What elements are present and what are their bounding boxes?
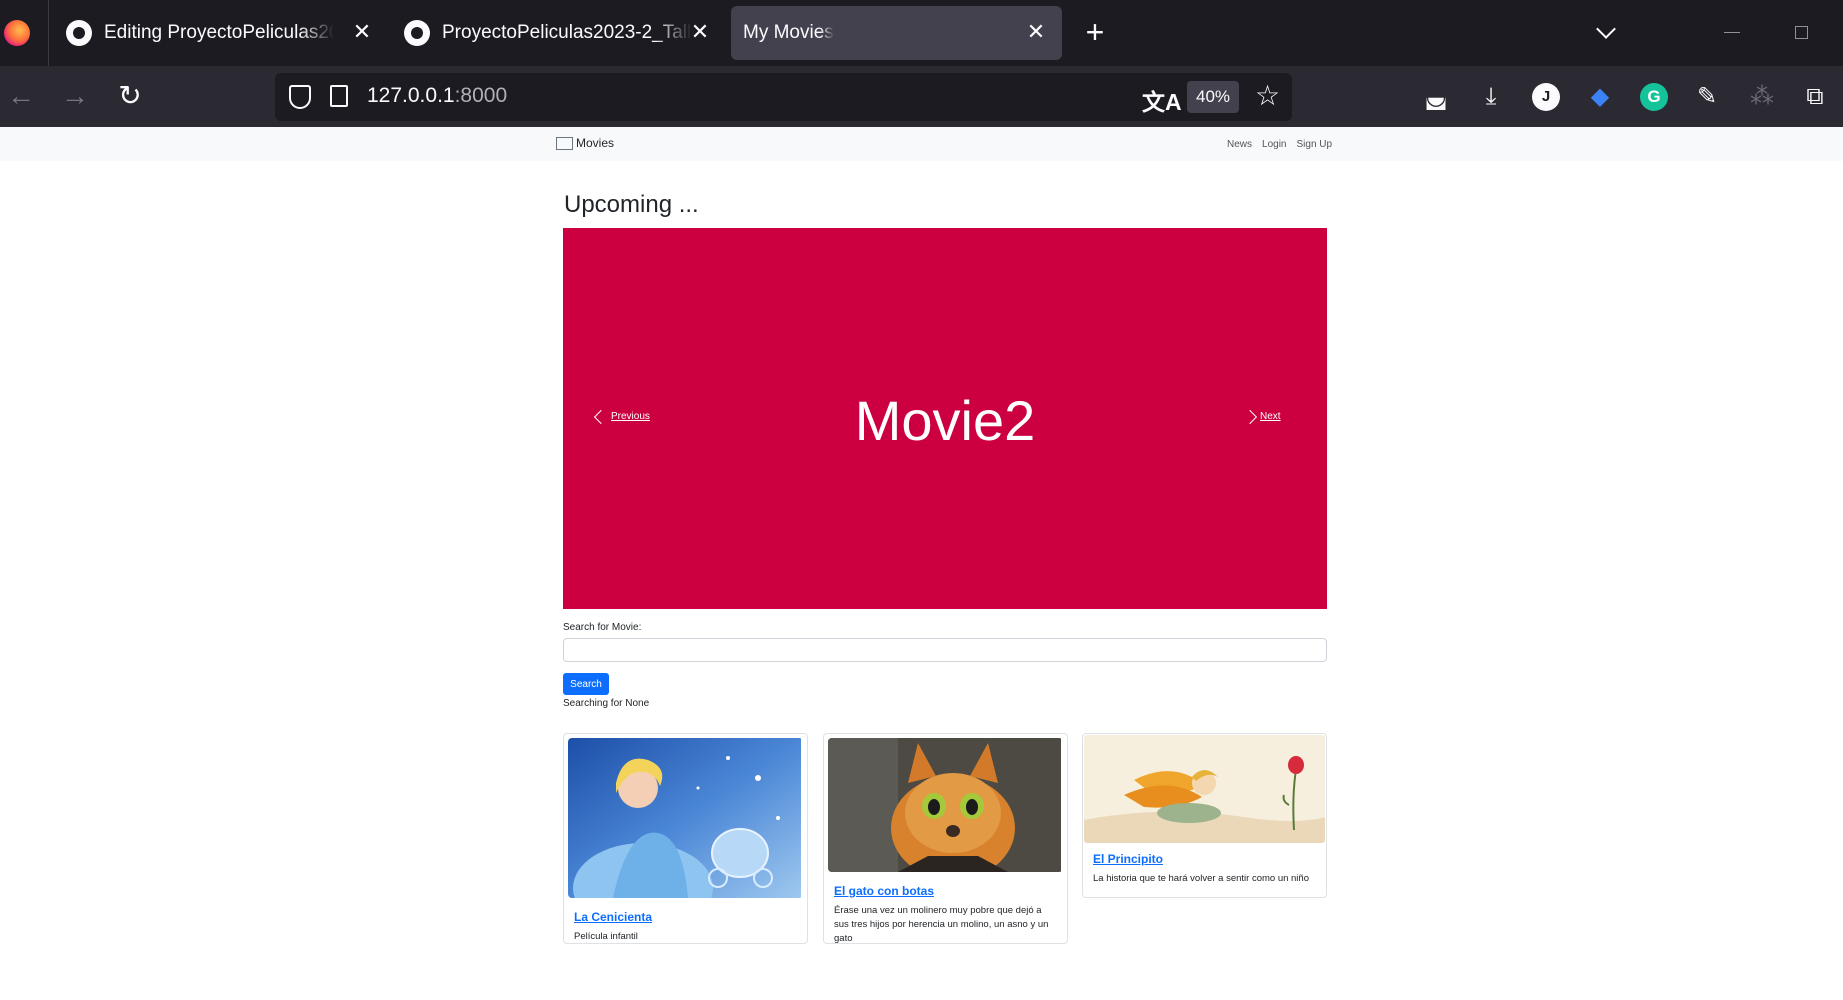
cinderella-image	[568, 738, 801, 898]
carousel-next-label: Next	[1260, 411, 1281, 422]
carousel-slide-title: Movie2	[854, 389, 1036, 452]
restore-window-icon[interactable]	[1795, 26, 1808, 39]
extension-j-icon[interactable]: J	[1532, 83, 1560, 111]
search-button[interactable]: Search	[563, 673, 609, 695]
close-tab-icon[interactable]: ✕	[350, 20, 374, 44]
navbar-brand[interactable]: Movies	[556, 136, 614, 150]
close-tab-icon[interactable]: ✕	[1024, 20, 1048, 44]
tab-my-movies[interactable]: My Movies ✕	[731, 6, 1062, 60]
url-host: 127.0.0.1	[367, 84, 455, 107]
web-page: Movies News Login Sign Up Upcoming ... M…	[0, 127, 1843, 1000]
extensions-menu-icon[interactable]: ⧉	[1801, 83, 1829, 111]
tracking-protection-icon[interactable]	[289, 85, 311, 109]
address-bar[interactable]: 127.0.0.1:8000 文A 40% ☆	[275, 73, 1292, 121]
movie-card: El gato con botas Érase una vez un molin…	[823, 733, 1068, 944]
movie-description: Película infantil	[574, 931, 638, 942]
close-tab-icon[interactable]: ✕	[688, 20, 712, 44]
minimize-window-icon[interactable]	[1724, 32, 1740, 33]
upcoming-carousel: Movie2 Previous Next	[563, 228, 1327, 609]
firefox-logo-icon[interactable]	[4, 20, 30, 46]
pocket-icon[interactable]: ◛	[1422, 83, 1450, 111]
tab-title: ProyectoPeliculas2023-2_Taller3	[442, 22, 692, 43]
puzzle-extension-icon[interactable]: ⁂	[1748, 83, 1776, 111]
grammarly-icon[interactable]: G	[1640, 83, 1668, 111]
browser-tab-strip: Editing ProyectoPeliculas2023-2 ✕ Proyec…	[0, 0, 1843, 66]
reload-icon[interactable]: ↻	[113, 80, 147, 114]
zoom-level-button[interactable]: 40%	[1187, 81, 1239, 113]
tab-title: My Movies	[743, 22, 834, 43]
url-port: :8000	[454, 84, 508, 107]
movie-poster-el-principito	[1084, 735, 1325, 843]
nav-link-signup[interactable]: Sign Up	[1296, 139, 1332, 150]
movie-card: La Cenicienta Película infantil	[563, 733, 808, 944]
search-input[interactable]	[563, 638, 1327, 662]
movie-description: La historia que te hará volver a sentir …	[1093, 873, 1309, 884]
search-status: Searching for None	[563, 698, 650, 709]
github-icon	[66, 20, 92, 46]
bookmark-star-icon[interactable]: ☆	[1255, 79, 1280, 113]
graduation-cap-extension-icon[interactable]: ◆	[1586, 83, 1614, 111]
carousel-next-button[interactable]: Next	[1242, 409, 1281, 424]
movie-title-link[interactable]: El Principito	[1093, 852, 1316, 866]
page-heading: Upcoming ...	[564, 191, 699, 218]
new-tab-icon[interactable]: +	[1079, 16, 1111, 49]
brand-logo-icon	[556, 136, 573, 150]
brand-label: Movies	[576, 136, 615, 150]
movie-poster-la-cenicienta	[568, 738, 803, 898]
nav-links: News Login Sign Up	[1227, 139, 1332, 150]
movie-card: El Principito La historia que te hará vo…	[1082, 733, 1327, 898]
card-body: La Cenicienta Película infantil	[564, 902, 807, 950]
card-body: El gato con botas Érase una vez un molin…	[824, 876, 1067, 952]
carousel-previous-label: Previous	[611, 411, 650, 422]
nav-link-news[interactable]: News	[1227, 139, 1252, 150]
tab-title: Editing ProyectoPeliculas2023-2	[104, 22, 334, 43]
translate-icon[interactable]: 文A	[1142, 83, 1182, 117]
movie-description: Érase una vez un molinero muy pobre que …	[834, 905, 1049, 944]
back-icon[interactable]: ←	[4, 80, 38, 114]
carousel-previous-button[interactable]: Previous	[592, 409, 650, 424]
search-label: Search for Movie:	[563, 622, 642, 633]
github-icon	[404, 20, 430, 46]
site-navbar: Movies News Login Sign Up	[0, 127, 1843, 161]
url-text[interactable]: 127.0.0.1:8000	[367, 84, 507, 108]
movie-poster-el-gato-con-botas	[828, 738, 1063, 872]
downloads-icon[interactable]: ⤓	[1477, 83, 1505, 111]
card-body: El Principito La historia que te hará vo…	[1083, 844, 1326, 892]
puss-in-boots-image	[828, 738, 1061, 872]
tab-editing-proyecto[interactable]: Editing ProyectoPeliculas2023-2 ✕	[66, 6, 374, 60]
tab-separator	[48, 0, 49, 66]
forward-icon[interactable]: →	[58, 80, 92, 114]
tab-proyecto-taller3[interactable]: ProyectoPeliculas2023-2_Taller3 ✕	[404, 6, 712, 60]
page-info-icon[interactable]	[330, 85, 348, 107]
movie-title-link[interactable]: La Cenicienta	[574, 910, 797, 924]
chevron-left-icon	[593, 409, 609, 424]
movie-title-link[interactable]: El gato con botas	[834, 884, 1057, 898]
chevron-right-icon	[1242, 409, 1258, 424]
list-all-tabs-icon[interactable]	[1593, 20, 1623, 46]
nav-link-login[interactable]: Login	[1262, 139, 1286, 150]
pen-extension-icon[interactable]: ✎	[1693, 83, 1721, 111]
little-prince-image	[1084, 735, 1325, 843]
browser-toolbar: ← → ↻ 127.0.0.1:8000 文A 40% ☆ ◛ ⤓ J ◆ G …	[0, 66, 1843, 127]
